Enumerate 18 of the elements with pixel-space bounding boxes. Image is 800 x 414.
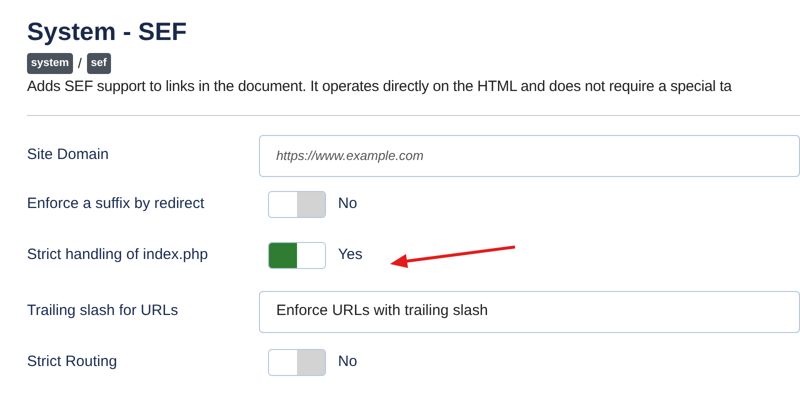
separator-slash: / <box>78 54 82 73</box>
switch-state-label: No <box>338 194 358 214</box>
tag: sef <box>86 53 111 74</box>
switch-state-label: Yes <box>338 245 362 266</box>
description-text: Adds SEF support to links in the document. It operates directly on the HTML and does not require a special ta <box>27 77 733 97</box>
toggle-switch[interactable] <box>268 242 326 269</box>
field-label: Enforce a suffix by redirect <box>27 194 206 214</box>
select-field[interactable]: Enforce URLs with trailing slash <box>259 290 800 332</box>
page-title: System - SEF <box>27 17 188 48</box>
site-domain-field[interactable]: https://www.example.com <box>259 134 800 176</box>
field-label: Trailing slash for URLs <box>27 301 180 322</box>
toggle-switch[interactable] <box>268 349 326 376</box>
field-label: Site Domain <box>27 145 110 166</box>
field-label: Strict Routing <box>27 352 118 372</box>
toggle-switch[interactable] <box>268 191 326 218</box>
field-label: Strict handling of index.php <box>27 245 209 266</box>
switch-state-label: No <box>338 352 358 372</box>
tag: system <box>27 53 73 74</box>
